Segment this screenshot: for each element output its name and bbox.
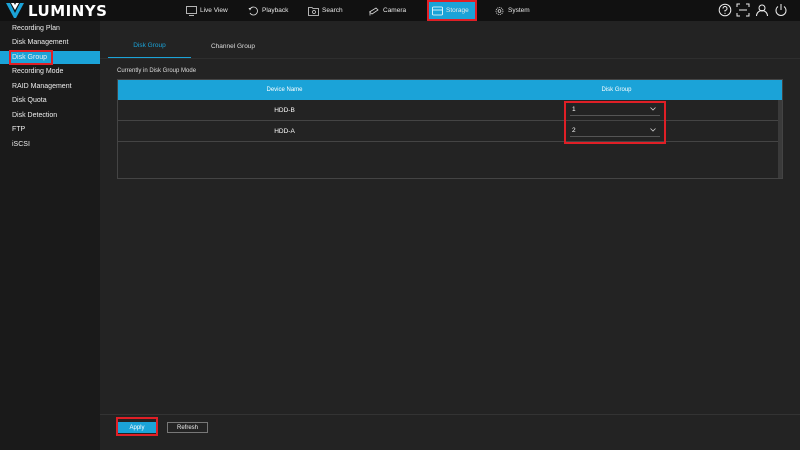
table-scrollbar[interactable] <box>778 100 782 178</box>
top-bar: LUMINYS Live View Playback Search Camera… <box>0 0 800 21</box>
sidebar-item-disk-group[interactable]: Disk Group <box>0 51 100 64</box>
sidebar-item-disk-quota[interactable]: Disk Quota <box>0 94 100 107</box>
select-value: 1 <box>572 106 576 113</box>
disk-group-table: Device Name Disk Group HDD-B 1 HDD-A 2 <box>117 79 783 179</box>
nav-label: Storage <box>446 7 469 14</box>
folder-search-icon <box>308 6 319 16</box>
sidebar-item-label: FTP <box>12 126 26 133</box>
sidebar-item-recording-mode[interactable]: Recording Mode <box>0 65 100 78</box>
sidebar-item-label: RAID Management <box>12 83 72 90</box>
disk-group-select[interactable]: 1 <box>570 104 660 116</box>
chevron-down-icon <box>650 107 656 111</box>
nav-label: Camera <box>383 7 407 14</box>
sidebar-item-label: Recording Plan <box>12 25 60 32</box>
chevron-down-icon <box>650 128 656 132</box>
refresh-button[interactable]: Refresh <box>167 422 208 433</box>
camera-icon <box>369 6 379 15</box>
footer-divider <box>100 414 800 415</box>
apply-button[interactable]: Apply <box>118 422 156 433</box>
tab-channel-group[interactable]: Channel Group <box>191 34 275 58</box>
gear-icon <box>495 6 504 15</box>
main-panel: Disk Group Channel Group Currently in Di… <box>100 21 800 450</box>
nav-label: Search <box>322 7 343 14</box>
tab-disk-group[interactable]: Disk Group <box>108 34 191 58</box>
nav-live-view[interactable]: Live View <box>186 0 228 21</box>
table-header: Device Name Disk Group <box>118 80 782 100</box>
sidebar-item-ftp[interactable]: FTP <box>0 123 100 136</box>
nav-playback[interactable]: Playback <box>248 0 288 21</box>
tab-label: Channel Group <box>210 42 256 50</box>
luminys-logo-icon <box>6 3 24 18</box>
nav-storage[interactable]: Storage <box>427 2 477 19</box>
help-icon[interactable] <box>718 3 732 17</box>
sidebar-item-label: Recording Mode <box>12 68 64 75</box>
table-row: HDD-A 2 <box>118 121 782 142</box>
sidebar-item-disk-management[interactable]: Disk Management <box>0 36 100 49</box>
select-value: 2 <box>572 127 576 134</box>
fullscreen-icon[interactable] <box>736 3 750 17</box>
sidebar-item-raid-management[interactable]: RAID Management <box>0 80 100 93</box>
playback-icon <box>248 6 258 15</box>
brand-logo: LUMINYS <box>6 1 108 20</box>
sidebar-item-label: Disk Quota <box>12 97 47 104</box>
sidebar-item-label: Disk Group <box>12 54 48 61</box>
sidebar-item-label: Disk Management <box>12 39 69 46</box>
nav-search[interactable]: Search <box>308 0 343 21</box>
nav-label: Playback <box>262 7 289 14</box>
disk-group-select[interactable]: 2 <box>570 125 660 137</box>
sidebar-item-recording-plan[interactable]: Recording Plan <box>0 22 100 35</box>
sidebar-item-label: iSCSI <box>12 141 30 148</box>
device-name-cell: HDD-B <box>274 106 295 114</box>
table-row: HDD-B 1 <box>118 100 782 121</box>
nav-label: System <box>508 7 530 14</box>
nav-label: Live View <box>200 7 228 14</box>
tab-label: Disk Group <box>133 42 166 49</box>
sidebar: Recording Plan Disk Management Disk Grou… <box>0 21 100 450</box>
power-icon[interactable] <box>774 3 788 17</box>
sidebar-item-iscsi[interactable]: iSCSI <box>0 138 100 151</box>
nav-camera[interactable]: Camera <box>369 0 406 21</box>
column-header-device-name: Device Name <box>266 87 303 93</box>
device-name-cell: HDD-A <box>274 127 295 135</box>
column-header-disk-group: Disk Group <box>601 87 632 93</box>
sidebar-item-label: Disk Detection <box>12 112 58 119</box>
tab-divider <box>100 58 800 59</box>
sidebar-item-disk-detection[interactable]: Disk Detection <box>0 109 100 122</box>
user-icon[interactable] <box>755 3 769 17</box>
brand-name: LUMINYS <box>28 1 108 20</box>
mode-status-text: Currently in Disk Group Mode <box>117 68 197 74</box>
storage-icon <box>432 6 443 15</box>
nav-system[interactable]: System <box>494 0 530 21</box>
monitor-icon <box>186 5 197 16</box>
